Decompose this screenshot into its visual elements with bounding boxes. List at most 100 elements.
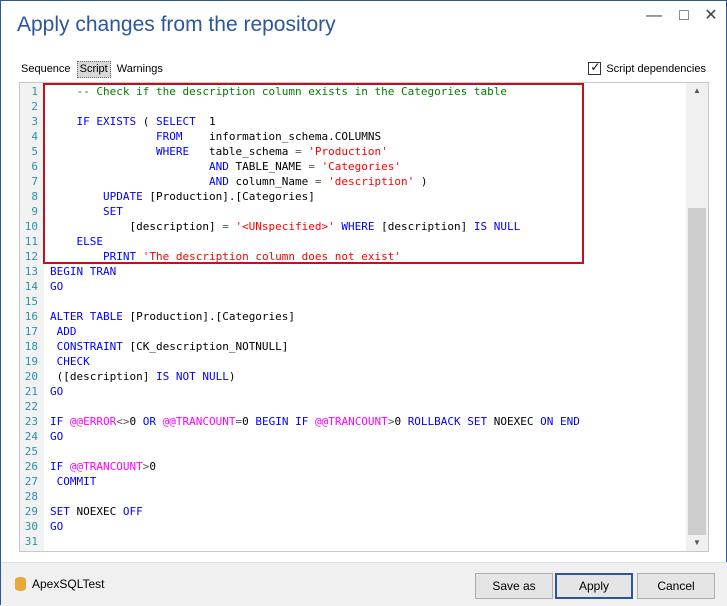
line-number: 12	[24, 250, 38, 263]
line-number: 25	[24, 445, 38, 458]
code-token: =	[308, 160, 315, 173]
line-number: 16	[24, 310, 38, 323]
code-line: 28	[20, 489, 686, 504]
close-icon[interactable]: ✕	[701, 7, 721, 27]
script-dependencies-option[interactable]: ✓ Script dependencies	[588, 60, 706, 75]
code-token: SET	[102, 205, 123, 218]
code-line: 5 WHERE table_schema = 'Production'	[20, 144, 686, 159]
code-token: BEGIN TRAN	[50, 265, 117, 278]
code-token: ROLLBACK SET	[407, 415, 488, 428]
line-number: 19	[24, 355, 38, 368]
line-number: 3	[31, 115, 38, 128]
code-token: ([description]	[50, 370, 156, 383]
code-text: SET	[50, 204, 123, 219]
code-token: [description]	[374, 220, 474, 233]
cancel-button[interactable]: Cancel	[637, 573, 715, 599]
tab-script[interactable]: Script	[76, 61, 111, 78]
line-number: 10	[24, 220, 38, 233]
code-token: WHERE	[341, 220, 375, 233]
line-number: 8	[31, 190, 38, 203]
minimize-icon[interactable]: —	[644, 7, 664, 27]
vertical-scrollbar[interactable]: ▲ ▼	[686, 83, 708, 551]
code-token: @@TRANCOUNT	[69, 460, 143, 473]
code-token: '<UNspecified>'	[235, 220, 335, 233]
line-number: 15	[24, 295, 38, 308]
code-token: @@ERROR	[69, 415, 117, 428]
code-token: ALTER TABLE	[50, 310, 123, 323]
code-text: ELSE	[50, 234, 104, 249]
code-text: UPDATE [Production].[Categories]	[50, 189, 315, 204]
code-token: FROM	[155, 130, 183, 143]
code-line: 2	[20, 99, 686, 114]
script-dependencies-label: Script dependencies	[606, 62, 706, 75]
script-editor[interactable]: 1 -- Check if the description column exi…	[19, 82, 709, 552]
code-token: IF	[50, 460, 64, 473]
line-number: 21	[24, 385, 38, 398]
code-line: 3 IF EXISTS ( SELECT 1	[20, 114, 686, 129]
script-dependencies-checkbox[interactable]: ✓	[588, 60, 602, 75]
scroll-up-icon[interactable]: ▲	[686, 83, 708, 99]
code-line: 17 ADD	[20, 324, 686, 339]
code-token: 'The description column does not exist'	[142, 250, 402, 263]
code-token: GO	[50, 280, 64, 293]
code-text: [description] = '<UNspecified>' WHERE [d…	[50, 219, 520, 234]
code-token: GO	[50, 520, 64, 533]
code-text: IF @@TRANCOUNT>0	[50, 459, 156, 474]
dialog-title: Apply changes from the repository	[17, 13, 336, 36]
scroll-down-icon[interactable]: ▼	[686, 535, 708, 551]
code-token: [CK_description_NOTNULL]	[122, 340, 289, 353]
code-line: 27 COMMIT	[20, 474, 686, 489]
code-token: 'Production'	[308, 145, 388, 158]
maximize-icon[interactable]: □	[674, 7, 694, 27]
code-line: 26 IF @@TRANCOUNT>0	[20, 459, 686, 474]
line-number: 13	[24, 265, 38, 278]
code-line: 12 PRINT 'The description column does no…	[20, 249, 686, 264]
code-line: 30 GO	[20, 519, 686, 534]
tab-sequence[interactable]: Sequence	[19, 62, 73, 77]
code-token: IS NULL	[473, 220, 521, 233]
code-line: 20 ([description] IS NOT NULL)	[20, 369, 686, 384]
line-number: 5	[31, 145, 38, 158]
code-token: -- Check if the description column exist…	[50, 85, 507, 98]
code-token: CHECK	[56, 355, 90, 368]
code-token: AND	[208, 160, 229, 173]
code-line: 22	[20, 399, 686, 414]
code-token: CONSTRAINT	[56, 340, 123, 353]
code-token: 'Categories'	[321, 160, 402, 173]
code-token: BEGIN IF	[255, 415, 309, 428]
code-line: 29 SET NOEXEC OFF	[20, 504, 686, 519]
tab-warnings[interactable]: Warnings	[115, 62, 165, 77]
code-token: [Production].[Categories]	[122, 310, 296, 323]
code-token: IF	[50, 415, 64, 428]
code-text: CONSTRAINT [CK_description_NOTNULL]	[50, 339, 289, 354]
line-number: 27	[24, 475, 38, 488]
code-token: (	[136, 115, 156, 128]
code-token: @@TRANCOUNT	[162, 415, 236, 428]
code-token: information_schema.COLUMNS	[182, 130, 382, 143]
code-token: AND	[208, 175, 229, 188]
code-token: 1	[195, 115, 216, 128]
code-text: ALTER TABLE [Production].[Categories]	[50, 309, 295, 324]
save-as-button[interactable]: Save as	[475, 573, 553, 599]
code-text: ADD	[50, 324, 77, 339]
code-line: 16 ALTER TABLE [Production].[Categories]	[20, 309, 686, 324]
line-number: 31	[24, 535, 38, 548]
code-text: AND TABLE_NAME = 'Categories'	[50, 159, 401, 174]
apply-button[interactable]: Apply	[555, 573, 633, 599]
scrollbar-thumb[interactable]	[688, 208, 706, 535]
code-text: GO	[50, 429, 63, 444]
line-number: 6	[31, 160, 38, 173]
line-number: 22	[24, 400, 38, 413]
code-token: 0	[129, 415, 143, 428]
line-number: 1	[31, 85, 38, 98]
line-number: 2	[31, 100, 38, 113]
